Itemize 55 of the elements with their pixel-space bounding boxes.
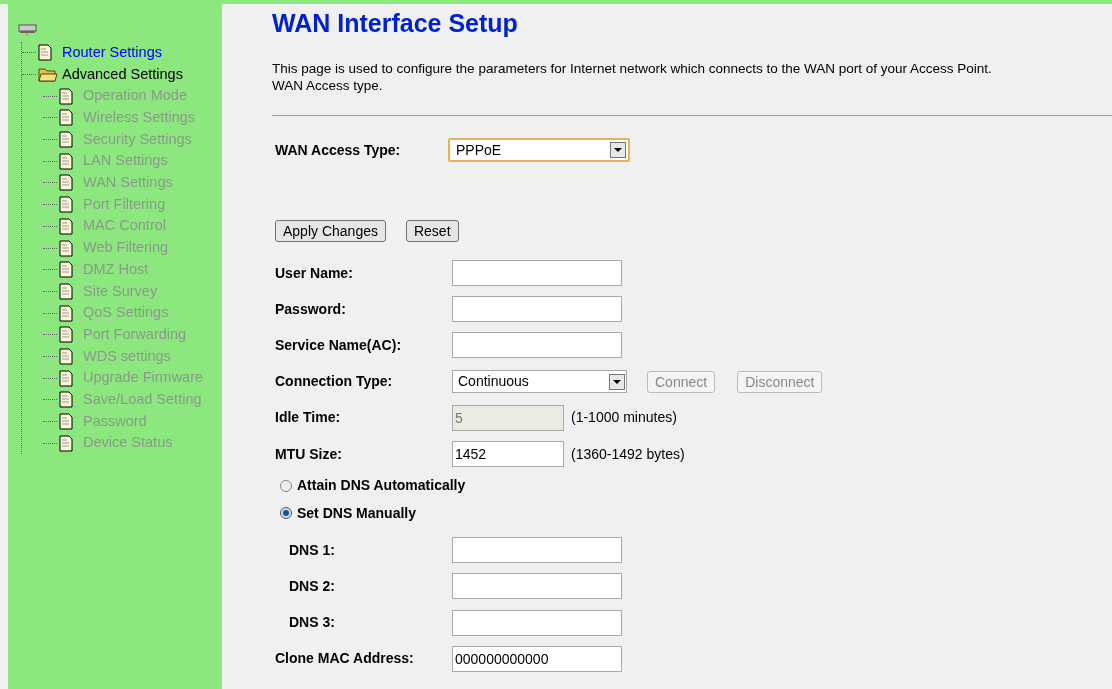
input-field[interactable] xyxy=(452,609,622,636)
field-label: DNS 2: xyxy=(289,576,336,596)
field-label: Idle Time: xyxy=(275,408,342,428)
document-icon xyxy=(59,304,73,322)
radio-button[interactable] xyxy=(280,507,292,520)
router-icon xyxy=(18,24,38,36)
document-icon xyxy=(59,261,73,279)
hint-text: (1-1000 minutes) xyxy=(571,408,677,428)
hint-text: (1360-1492 bytes) xyxy=(571,444,685,464)
description-text: This page is used to configure the parameters for Internet network which connects to the WAN port of your Access Point. xyxy=(272,60,993,77)
document-icon xyxy=(59,87,73,105)
field-label: DNS 1: xyxy=(289,540,336,560)
field-label: Clone MAC Address: xyxy=(275,649,415,669)
input-field[interactable] xyxy=(452,260,622,287)
document-icon xyxy=(59,217,73,235)
field-label: WAN Access Type: xyxy=(275,140,402,160)
field-label: User Name: xyxy=(275,263,354,283)
page-title: WAN Interface Setup xyxy=(272,8,519,38)
field-label: Service Name(AC): xyxy=(275,335,403,355)
document-icon xyxy=(59,239,73,257)
field-label: Password: xyxy=(275,299,347,319)
connection-type-dropdown[interactable]: Continuous xyxy=(452,370,627,394)
input-field[interactable] xyxy=(452,573,622,600)
document-icon xyxy=(59,434,73,452)
input-field[interactable] xyxy=(452,537,622,564)
action-button[interactable]: Apply Changes xyxy=(275,220,386,242)
input-field[interactable]: 1452 xyxy=(452,441,564,468)
radio-label: Attain DNS Automatically xyxy=(297,476,466,496)
document-icon xyxy=(59,174,73,192)
field-label: DNS 3: xyxy=(289,613,336,633)
document-icon xyxy=(38,44,52,62)
input-field[interactable]: 000000000000 xyxy=(452,645,622,672)
document-icon xyxy=(59,391,73,409)
document-icon xyxy=(59,326,73,344)
description-text: WAN Access type. xyxy=(272,77,384,94)
caret-icon xyxy=(609,373,625,390)
document-icon xyxy=(59,109,73,127)
document-icon xyxy=(59,347,73,365)
field-label: Connection Type: xyxy=(275,372,394,392)
document-icon xyxy=(59,196,73,214)
field-label: MTU Size: xyxy=(275,444,343,464)
tree-item[interactable]: Router Settings xyxy=(62,41,162,64)
action-button[interactable]: Reset xyxy=(405,220,459,242)
document-icon xyxy=(59,152,73,170)
input-field[interactable] xyxy=(452,332,622,359)
radio-button[interactable] xyxy=(280,479,292,492)
document-icon xyxy=(59,131,73,149)
caret-icon xyxy=(610,142,626,158)
radio-label: Set DNS Manually xyxy=(297,503,417,523)
document-icon xyxy=(59,369,73,387)
document-icon xyxy=(59,413,73,431)
input-field[interactable] xyxy=(452,296,622,323)
access-type-dropdown[interactable]: PPPoE xyxy=(448,138,630,162)
tree-item[interactable]: Advanced Settings xyxy=(62,63,183,86)
document-icon xyxy=(59,282,73,300)
